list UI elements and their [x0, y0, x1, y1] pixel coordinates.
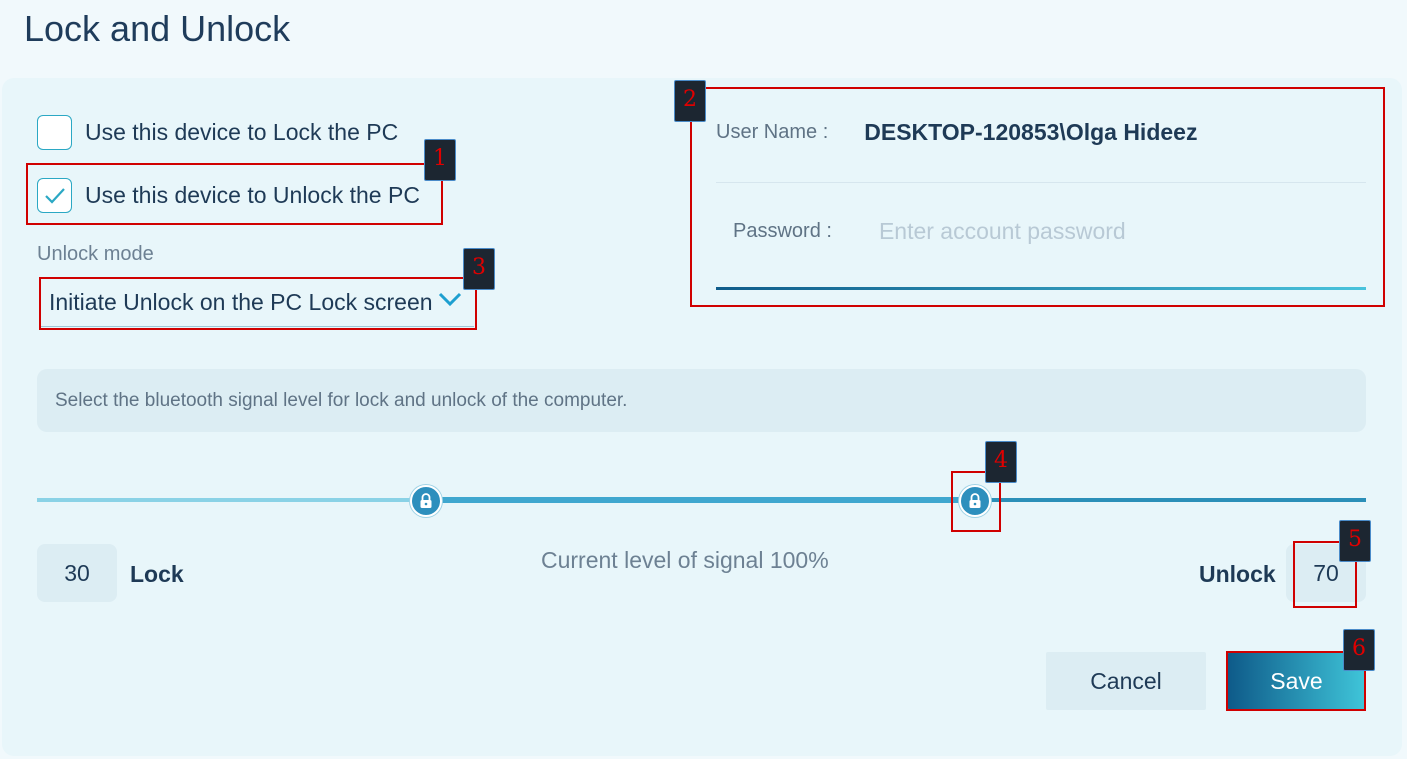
page-title: Lock and Unlock	[24, 8, 291, 49]
signal-instruction-text: Select the bluetooth signal level for lo…	[55, 389, 628, 411]
annotation-tag-5: 5	[1339, 520, 1371, 562]
slider-track-range[interactable]	[427, 497, 976, 503]
annotation-tag-6: 6	[1343, 629, 1375, 671]
password-underline	[716, 287, 1366, 290]
lock-icon	[969, 493, 981, 508]
unlock-level-label: Unlock	[1199, 561, 1276, 587]
unlock-checkbox[interactable]	[37, 178, 72, 213]
lock-option-row[interactable]: Use this device to Lock the PC	[37, 115, 398, 150]
password-input[interactable]	[878, 218, 1359, 245]
annotation-tag-3: 3	[463, 248, 495, 290]
unlock-mode-label: Unlock mode	[37, 243, 154, 265]
lock-level-field[interactable]: 30	[37, 544, 117, 602]
lock-checkbox-label: Use this device to Lock the PC	[85, 119, 399, 145]
unlock-mode-selected-value: Initiate Unlock on the PC Lock screen	[49, 289, 433, 315]
unlock-threshold-handle[interactable]	[959, 485, 991, 517]
current-signal-text: Current level of signal 100%	[541, 547, 829, 573]
lock-threshold-handle[interactable]	[410, 485, 442, 517]
username-row: User Name : DESKTOP-120853\Olga Hideez	[716, 119, 1197, 146]
password-row: Password :	[733, 218, 1359, 245]
unlock-checkbox-label: Use this device to Unlock the PC	[85, 182, 420, 208]
unlock-mode-select[interactable]: Initiate Unlock on the PC Lock screen	[39, 279, 474, 327]
annotation-tag-2: 2	[674, 80, 706, 122]
checkmark-icon	[44, 187, 65, 204]
unlock-option-row[interactable]: Use this device to Unlock the PC	[37, 178, 420, 213]
slider-track-unlock-zone[interactable]	[976, 498, 1366, 502]
slider-track-lock-zone[interactable]	[37, 498, 427, 502]
credentials-divider	[716, 182, 1366, 183]
username-value: DESKTOP-120853\Olga Hideez	[864, 119, 1198, 145]
chevron-down-icon	[438, 292, 462, 307]
password-label: Password :	[733, 220, 832, 242]
annotation-tag-4: 4	[985, 441, 1017, 483]
lock-icon	[420, 493, 432, 508]
annotation-tag-1: 1	[424, 139, 456, 181]
lock-checkbox[interactable]	[37, 115, 72, 150]
cancel-button[interactable]: Cancel	[1046, 652, 1206, 710]
lock-level-label: Lock	[130, 561, 184, 587]
signal-instruction-box: Select the bluetooth signal level for lo…	[37, 369, 1366, 432]
username-label: User Name :	[716, 121, 829, 143]
